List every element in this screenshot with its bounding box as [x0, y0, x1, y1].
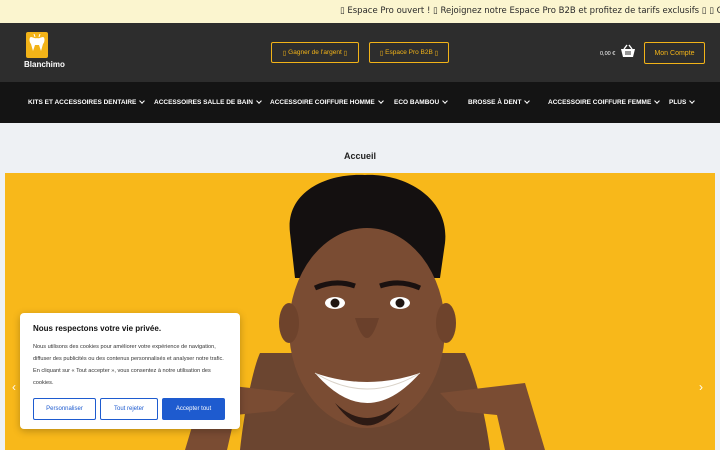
nav-label: ACCESSOIRE COIFFURE HOMME	[270, 99, 375, 106]
site-header: Blanchimo ▯ Gagner de l'argent ▯ ▯ Espac…	[0, 23, 720, 82]
nav-label: BROSSE À DENT	[468, 99, 522, 106]
money-icon: ▯	[282, 49, 287, 57]
nav-item-eco-bambou[interactable]: ECO BAMBOU	[394, 98, 448, 106]
my-account-button[interactable]: Mon Compte	[644, 42, 705, 64]
reject-all-cookies-button[interactable]: Tout rejeter	[100, 398, 158, 420]
main-nav: KITS ET ACCESSOIRES DENTAIRE ACCESSOIRES…	[0, 82, 720, 123]
chevron-down-icon	[256, 98, 262, 104]
pro-space-button[interactable]: ▯ Espace Pro B2B ▯	[369, 42, 449, 63]
pro-space-label: Espace Pro B2B	[385, 49, 433, 56]
nav-label: ACCESSOIRE COIFFURE FEMME	[548, 99, 652, 106]
promo-text: ▯ Espace Pro ouvert ! ▯ Rejoignez notre …	[340, 6, 720, 16]
customize-cookies-button[interactable]: Personnaliser	[33, 398, 96, 420]
chevron-down-icon	[139, 98, 146, 104]
pro-icon: ▯	[379, 49, 384, 57]
nav-label: ECO BAMBOU	[394, 99, 440, 106]
logo-text: Blanchimo	[24, 60, 65, 69]
accept-all-cookies-button[interactable]: Accepter tout	[162, 398, 225, 420]
chevron-down-icon	[442, 98, 448, 104]
tooth-logo-icon	[26, 32, 48, 58]
nav-item-brosse-a-dent[interactable]: BROSSE À DENT	[468, 98, 531, 106]
chevron-down-icon	[524, 98, 531, 104]
cart-total: 0,00 €	[600, 50, 616, 57]
nav-item-plus[interactable]: PLUS	[669, 98, 696, 106]
nav-label: PLUS	[669, 99, 687, 106]
my-account-label: Mon Compte	[654, 49, 695, 57]
logo[interactable]: Blanchimo	[24, 32, 65, 69]
cookie-consent-dialog: Nous respectons votre vie privée. Nous u…	[20, 313, 240, 429]
earn-money-label: Gagner de l'argent	[288, 49, 342, 56]
promo-bar: ▯ Espace Pro ouvert ! ▯ Rejoignez notre …	[0, 0, 720, 23]
carousel-prev-icon[interactable]: ‹	[12, 380, 16, 394]
basket-icon	[620, 44, 636, 63]
chevron-down-icon	[654, 98, 661, 104]
nav-item-coiffure-femme[interactable]: ACCESSOIRE COIFFURE FEMME	[548, 98, 661, 106]
cart[interactable]: 0,00 €	[600, 44, 636, 63]
nav-item-coiffure-homme[interactable]: ACCESSOIRE COIFFURE HOMME	[270, 98, 384, 106]
carousel-next-icon[interactable]: ›	[699, 380, 703, 394]
earn-money-button[interactable]: ▯ Gagner de l'argent ▯	[271, 42, 359, 63]
nav-item-salle-de-bain[interactable]: ACCESSOIRES SALLE DE BAIN	[154, 98, 262, 106]
breadcrumb[interactable]: Accueil	[0, 151, 720, 161]
nav-label: ACCESSOIRES SALLE DE BAIN	[154, 99, 253, 106]
chevron-down-icon	[377, 98, 384, 104]
cookie-title: Nous respectons votre vie privée.	[33, 324, 162, 333]
cookie-buttons: Personnaliser Tout rejeter Accepter tout	[33, 398, 225, 420]
pro-trailing-icon: ▯	[434, 49, 439, 57]
nav-item-kits[interactable]: KITS ET ACCESSOIRES DENTAIRE	[28, 98, 146, 106]
nav-label: KITS ET ACCESSOIRES DENTAIRE	[28, 99, 137, 106]
money-trailing-icon: ▯	[343, 49, 348, 57]
chevron-down-icon	[689, 98, 696, 104]
cookie-description: Nous utilisons des cookies pour améliore…	[33, 344, 224, 386]
